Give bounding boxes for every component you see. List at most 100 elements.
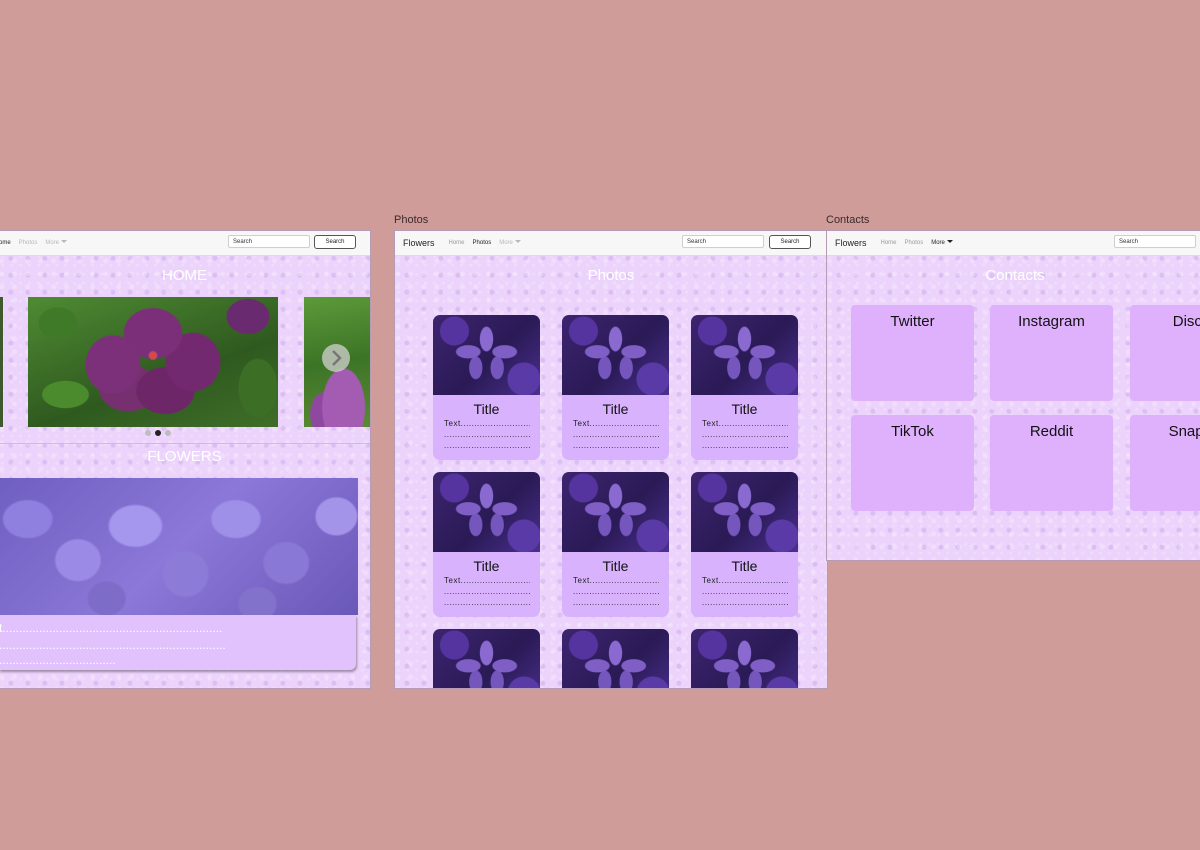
text-line-1: t.......................................… — [0, 621, 223, 635]
card-text-line: ................................. — [573, 598, 659, 607]
contact-card-snapchat[interactable]: SnapC — [1130, 415, 1200, 511]
page-title: HOME — [162, 267, 207, 284]
photos-frame-label: Photos — [394, 214, 429, 226]
flower-photo — [562, 315, 669, 395]
card-title: Title — [473, 401, 500, 417]
nav-home-link[interactable]: ome — [0, 240, 11, 246]
card-text-line: ................................. — [702, 587, 788, 596]
carousel-dot-1[interactable] — [145, 430, 151, 436]
nav-more-label: More — [499, 240, 513, 246]
flower-photo — [691, 472, 798, 552]
photo-card[interactable]: Title Text.......................... ...… — [562, 472, 669, 617]
chevron-right-icon — [332, 350, 342, 366]
nav-more-dropdown[interactable]: More — [499, 240, 521, 246]
flower-photo — [562, 472, 669, 552]
photo-card[interactable]: Title Text.......................... ...… — [691, 472, 798, 617]
carousel-image-prev — [0, 297, 3, 427]
card-title: Title — [602, 401, 629, 417]
contact-card-tiktok[interactable]: TikTok — [851, 415, 974, 511]
nav-photos-link[interactable]: Photos — [19, 240, 38, 246]
caret-down-icon — [61, 240, 68, 243]
card-text-line: ................................. — [444, 441, 530, 450]
contacts-frame-label: Contacts — [826, 214, 870, 226]
contact-card-twitter[interactable]: Twitter — [851, 305, 974, 401]
contact-card-discord[interactable]: Disco — [1130, 305, 1200, 401]
section-divider — [0, 443, 370, 444]
card-text-line: Text.......................... — [573, 419, 659, 428]
card-title: Title — [473, 558, 500, 574]
photo-card[interactable] — [562, 629, 669, 688]
card-text-line: ................................. — [702, 441, 788, 450]
flower-photo — [691, 315, 798, 395]
home-navbar: ome Photos More Search Search — [0, 231, 370, 256]
card-text-line: ................................. — [444, 587, 530, 596]
photo-card[interactable] — [433, 629, 540, 688]
brand-logo[interactable]: Flowers — [835, 238, 867, 248]
photo-card[interactable]: Title Text.......................... ...… — [691, 315, 798, 460]
card-text-line: ................................. — [573, 587, 659, 596]
contact-card-reddit[interactable]: Reddit — [990, 415, 1113, 511]
card-title: Title — [731, 558, 758, 574]
nav-more-dropdown[interactable]: More — [931, 240, 953, 246]
card-text-line: Text.......................... — [702, 576, 788, 585]
caret-down-icon — [946, 240, 953, 243]
card-text-line: Text.......................... — [702, 419, 788, 428]
contact-card-instagram[interactable]: Instagram — [990, 305, 1113, 401]
card-text-line: Text.......................... — [444, 419, 530, 428]
card-text-line: ................................. — [573, 441, 659, 450]
card-text-line: ................................. — [702, 430, 788, 439]
flower-photo — [433, 315, 540, 395]
card-text-line: Text.......................... — [444, 576, 530, 585]
nav-more-label: More — [45, 240, 60, 246]
contact-label: SnapC — [1168, 423, 1200, 440]
page-title: Contacts — [985, 267, 1045, 284]
search-input[interactable]: Search — [682, 235, 764, 248]
photo-card[interactable]: Title Text.......................... ...… — [433, 472, 540, 617]
contacts-navbar: Flowers Home Photos More Search — [827, 231, 1200, 256]
card-text-line: ................................. — [444, 430, 530, 439]
nav-more-label: More — [931, 240, 945, 246]
card-title: Title — [602, 558, 629, 574]
home-frame: ome Photos More Search Search HOME FLOWE… — [0, 230, 371, 689]
contact-label: Twitter — [890, 313, 935, 330]
photos-frame: Flowers Home Photos More Search Search P… — [394, 230, 828, 689]
card-text-line: ................................. — [702, 598, 788, 607]
nav-home-link[interactable]: Home — [881, 240, 897, 246]
text-line-3: ................................... — [0, 653, 116, 667]
contacts-frame: Flowers Home Photos More Search Contacts… — [826, 230, 1200, 561]
card-text-line: Text.......................... — [573, 576, 659, 585]
carousel-dot-2[interactable] — [155, 430, 161, 436]
flower-photo — [433, 629, 540, 688]
nav-more-dropdown[interactable]: More — [45, 240, 68, 246]
carousel-dot-3[interactable] — [165, 430, 171, 436]
photo-card[interactable]: Title Text.......................... ...… — [562, 315, 669, 460]
search-button[interactable]: Search — [769, 235, 811, 249]
caret-down-icon — [514, 240, 521, 243]
search-input[interactable]: Search — [1114, 235, 1196, 248]
flower-photo — [433, 472, 540, 552]
flower-photo — [691, 629, 798, 688]
carousel-next-button[interactable] — [322, 344, 350, 372]
card-text-line: ................................. — [444, 598, 530, 607]
hydrangea-image — [0, 478, 358, 615]
photos-navbar: Flowers Home Photos More Search Search — [395, 231, 827, 256]
nav-photos-link[interactable]: Photos — [473, 240, 492, 246]
brand-logo[interactable]: Flowers — [403, 238, 435, 248]
photo-card[interactable]: Title Text.......................... ...… — [433, 315, 540, 460]
page-title: Photos — [587, 267, 635, 284]
search-button[interactable]: Search — [314, 235, 356, 249]
card-text-line: ................................. — [573, 430, 659, 439]
contact-label: TikTok — [891, 423, 934, 440]
section-heading: FLOWERS — [147, 448, 222, 465]
nav-home-link[interactable]: Home — [449, 240, 465, 246]
contact-label: Instagram — [1018, 313, 1085, 330]
carousel-image-main — [28, 297, 278, 427]
text-card: t.......................................… — [0, 615, 356, 670]
photo-card[interactable] — [691, 629, 798, 688]
nav-photos-link[interactable]: Photos — [905, 240, 924, 246]
contact-label: Disco — [1172, 313, 1200, 330]
text-line-2: ........................................… — [0, 638, 226, 652]
contact-label: Reddit — [1029, 423, 1074, 440]
card-title: Title — [731, 401, 758, 417]
search-input[interactable]: Search — [228, 235, 310, 248]
